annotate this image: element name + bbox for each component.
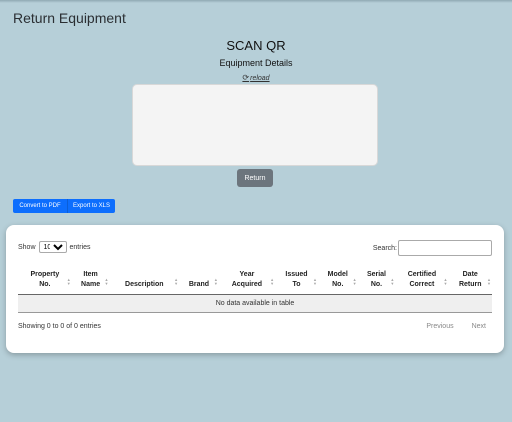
sort-icon: ▲ ▼: [104, 276, 109, 286]
page-title: Return Equipment: [13, 10, 126, 26]
previous-page-button[interactable]: Previous: [426, 323, 453, 330]
column-header-year-acquired[interactable]: Year Acquired ▲ ▼: [218, 265, 276, 295]
scan-qr-title: SCAN QR: [226, 38, 286, 53]
pagination: Previous Next: [426, 323, 486, 330]
column-header-item-name[interactable]: Item Name ▲ ▼: [71, 265, 110, 295]
entries-label: entries: [69, 243, 91, 251]
table-header-row: Property No. ▲ ▼ Item Name ▲ ▼ Description ▲ ▼ B…: [18, 265, 492, 295]
search-input[interactable]: [398, 240, 492, 256]
column-header-description[interactable]: Description ▲ ▼: [109, 265, 180, 295]
table-search: Search:: [373, 240, 492, 256]
sort-icon: ▲ ▼: [390, 276, 395, 286]
show-label: Show: [18, 243, 36, 251]
next-page-button[interactable]: Next: [472, 323, 486, 330]
sort-icon: ▲ ▼: [352, 276, 357, 286]
sort-icon: ▲ ▼: [213, 276, 218, 286]
search-label: Search:: [372, 244, 397, 252]
qr-scanner-area[interactable]: [132, 84, 378, 166]
entries-length-control: Show 10 entries: [18, 241, 91, 253]
table-card: Show 10 entries Search: Property No. ▲ ▼ It…: [6, 225, 504, 353]
column-header-serial-no[interactable]: Serial No. ▲ ▼: [357, 265, 396, 295]
sort-icon: ▲ ▼: [312, 276, 317, 286]
table-info: Showing 0 to 0 of 0 entries: [18, 323, 101, 330]
refresh-icon: ⟳: [242, 73, 250, 82]
column-header-issued-to[interactable]: Issued To ▲ ▼: [275, 265, 318, 295]
equipment-table: Property No. ▲ ▼ Item Name ▲ ▼ Description ▲ ▼ B…: [18, 265, 492, 313]
sort-icon: ▲ ▼: [270, 276, 275, 286]
export-to-xls-button[interactable]: Export to XLS: [67, 199, 115, 213]
sort-icon: ▲ ▼: [174, 276, 179, 286]
sort-icon: ▲ ▼: [487, 276, 491, 286]
reload-label: reload: [250, 75, 270, 82]
sort-icon: ▲ ▼: [66, 276, 71, 286]
column-header-model-no[interactable]: Model No. ▲ ▼: [317, 265, 358, 295]
reload-link[interactable]: ⟳reload: [0, 73, 512, 82]
sort-icon: ▲ ▼: [443, 276, 448, 286]
table-row: No data available in table: [18, 294, 492, 313]
column-header-certified-correct[interactable]: Certified Correct ▲ ▼: [395, 265, 449, 295]
convert-to-pdf-button[interactable]: Convert to PDF: [13, 199, 67, 213]
column-header-date-return[interactable]: Date Return ▲ ▼: [448, 265, 492, 295]
top-bar-shadow: [0, 0, 512, 3]
return-button[interactable]: Return: [237, 169, 273, 187]
entries-select[interactable]: 10: [38, 241, 67, 253]
equipment-details-label: Equipment Details: [219, 58, 293, 68]
empty-table-message: No data available in table: [18, 294, 492, 313]
column-header-brand[interactable]: Brand ▲ ▼: [179, 265, 219, 295]
export-button-group: Convert to PDF Export to XLS: [13, 199, 115, 213]
column-header-property-no[interactable]: Property No. ▲ ▼: [18, 265, 72, 295]
